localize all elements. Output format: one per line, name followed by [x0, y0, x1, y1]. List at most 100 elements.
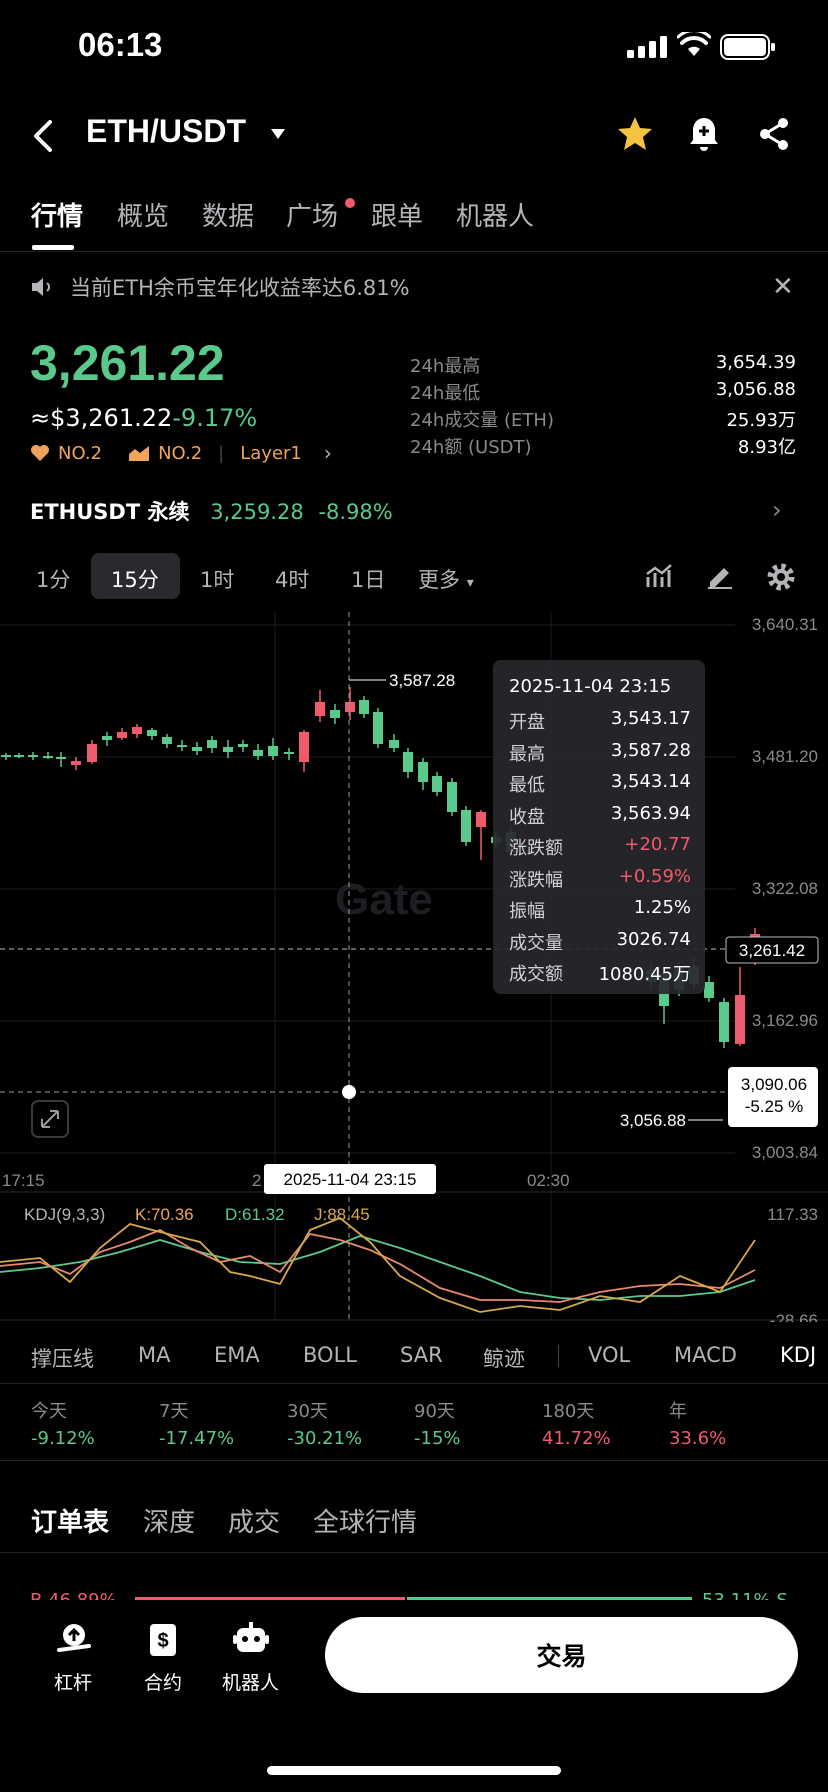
draw-pencil-icon[interactable] — [706, 562, 734, 590]
rank-2: NO.2 — [158, 442, 203, 464]
kdj-axis-top: 117.33 — [767, 1205, 818, 1224]
candle-body — [117, 732, 127, 738]
candle-body — [704, 982, 714, 998]
indicator-sar[interactable]: SAR — [400, 1343, 443, 1367]
close-icon[interactable]: ✕ — [772, 272, 794, 302]
battery-icon — [720, 34, 775, 60]
star-icon[interactable] — [616, 116, 654, 152]
last-price-tag: 3,261.42 — [739, 941, 805, 960]
candle-body — [132, 727, 142, 734]
tooltip-key: 最低 — [509, 775, 545, 796]
timeframe-15m[interactable]: 15分 — [111, 564, 159, 594]
tab-market[interactable]: 行情 — [31, 196, 83, 233]
indicator-support-resistance[interactable]: 撑压线 — [31, 1343, 94, 1373]
timeframe-4h[interactable]: 4时 — [275, 564, 309, 594]
candle-body — [207, 740, 217, 748]
tooltip-key: 最高 — [509, 743, 545, 765]
y-axis-tick: 3,162.96 — [752, 1011, 818, 1030]
x-axis-tick: 02:30 — [527, 1171, 570, 1190]
candle-body — [87, 744, 97, 762]
period-label: 180天 — [542, 1401, 595, 1422]
rank-row[interactable]: NO.2 NO.2 | Layer1 › — [30, 441, 332, 465]
tooltip-value: 3,563.94 — [610, 802, 691, 824]
rank-1: NO.2 — [58, 442, 103, 464]
chevron-right-icon[interactable]: › — [772, 496, 782, 524]
leverage-icon[interactable] — [55, 1620, 93, 1658]
divider — [0, 1552, 828, 1553]
indicator-kdj[interactable]: KDJ — [780, 1343, 816, 1367]
tooltip-row: 成交额 1080.45万 — [509, 960, 691, 986]
nav-robot-label[interactable]: 机器人 — [222, 1668, 279, 1695]
candle-body — [389, 740, 399, 748]
tab-robot[interactable]: 机器人 — [456, 196, 534, 233]
trade-button[interactable]: 交易 — [325, 1617, 798, 1693]
nav-contract-label[interactable]: 合约 — [144, 1668, 182, 1695]
kdj-j: J:88.45 — [314, 1205, 370, 1224]
nav-leverage-label[interactable]: 杠杆 — [54, 1668, 92, 1695]
candle-body — [447, 782, 457, 812]
share-icon[interactable] — [758, 116, 790, 152]
tab-global-market[interactable]: 全球行情 — [313, 1502, 417, 1539]
tab-data[interactable]: 数据 — [202, 196, 254, 233]
candle-body — [162, 737, 172, 744]
price-approx: ≈$3,261.22-9.17% — [30, 404, 257, 432]
timeframe-1d[interactable]: 1日 — [351, 564, 385, 594]
indicator-macd[interactable]: MACD — [674, 1343, 737, 1367]
tab-trades[interactable]: 成交 — [228, 1502, 280, 1539]
category-tag: Layer1 — [240, 442, 302, 464]
candle-body — [284, 752, 294, 754]
notification-dot — [345, 198, 355, 208]
notice-text[interactable]: 当前ETH余币宝年化收益率达6.81% — [70, 272, 410, 302]
low-marker: 3,056.88 — [620, 1111, 686, 1130]
timeframe-1m[interactable]: 1分 — [36, 564, 70, 594]
price-change: -9.17% — [172, 404, 258, 432]
tab-copy-trade[interactable]: 跟单 — [371, 196, 423, 233]
tooltip-key: 涨跌幅 — [509, 869, 563, 891]
period-value: -30.21% — [287, 1428, 363, 1449]
timeframe-1h[interactable]: 1时 — [200, 564, 234, 594]
indicator-boll[interactable]: BOLL — [303, 1343, 357, 1367]
home-indicator[interactable] — [267, 1766, 561, 1775]
tooltip-row: 开盘 3,543.17 — [509, 708, 691, 734]
candle-body — [476, 812, 486, 827]
indicator-ma[interactable]: MA — [138, 1343, 170, 1367]
perp-row[interactable]: ETHUSDT 永续 3,259.28 -8.98% — [30, 496, 393, 526]
tab-order-book[interactable]: 订单表 — [31, 1502, 109, 1539]
pair-title[interactable]: ETH/USDT — [86, 113, 246, 150]
stat-low: 3,056.88 — [715, 379, 796, 400]
indicator-ema[interactable]: EMA — [214, 1343, 260, 1367]
tab-depth[interactable]: 深度 — [143, 1502, 195, 1539]
tooltip-row: 涨跌幅 +0.59% — [509, 866, 691, 892]
indicator-icon[interactable] — [645, 562, 673, 590]
tooltip-key: 振幅 — [509, 901, 545, 922]
bell-add-icon[interactable] — [688, 116, 720, 152]
contract-icon[interactable]: $ — [146, 1620, 180, 1658]
divider — [0, 1383, 828, 1384]
watermark: Gate — [335, 875, 433, 924]
period-label: 7天 — [159, 1401, 189, 1422]
tooltip-value: 3026.74 — [616, 928, 691, 950]
candle-body — [373, 712, 383, 744]
period-label: 今天 — [31, 1401, 67, 1422]
settings-gear-icon[interactable] — [766, 562, 796, 592]
timeframe-more[interactable]: 更多 ▾ — [418, 564, 474, 594]
approx-prefix: ≈ — [30, 404, 51, 432]
candle-body — [432, 776, 442, 792]
candle-body — [299, 732, 309, 762]
period-value: 41.72% — [542, 1428, 611, 1449]
candle-body — [418, 762, 428, 782]
tooltip-row: 收盘 3,563.94 — [509, 803, 691, 829]
crosshair-dot — [342, 1085, 356, 1099]
stat-vol: 25.93万 — [726, 410, 796, 431]
high-marker: 3,587.28 — [389, 671, 455, 690]
chart-rank-icon — [129, 446, 150, 461]
tab-overview[interactable]: 概览 — [117, 196, 169, 233]
robot-icon[interactable] — [232, 1620, 270, 1658]
back-button[interactable] — [28, 116, 60, 156]
chevron-down-icon[interactable] — [270, 128, 286, 140]
indicator-whale[interactable]: 鲸迹 — [483, 1343, 525, 1373]
tab-square[interactable]: 广场 — [286, 196, 338, 233]
indicator-vol[interactable]: VOL — [588, 1343, 630, 1367]
period-label: 年 — [669, 1401, 687, 1422]
candle-body — [359, 700, 369, 714]
